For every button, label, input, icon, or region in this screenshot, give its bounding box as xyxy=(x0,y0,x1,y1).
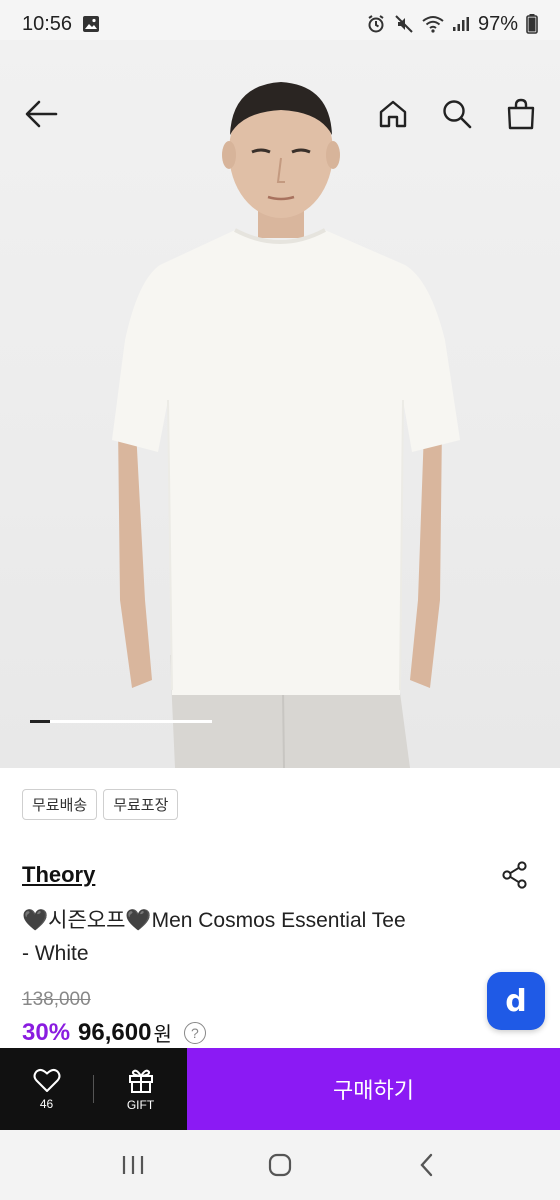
wifi-icon xyxy=(422,15,444,33)
gift-icon xyxy=(128,1069,153,1093)
share-icon xyxy=(502,861,527,889)
benefit-tags: 무료배송 무료포장 xyxy=(22,789,179,820)
price-help-icon[interactable]: ? xyxy=(183,1021,206,1044)
discount-rate: 30% xyxy=(22,1018,71,1046)
back-button[interactable] xyxy=(22,95,60,133)
brand-link[interactable]: Theory xyxy=(22,862,95,888)
product-image-carousel[interactable] xyxy=(0,40,560,768)
heart-icon xyxy=(33,1068,60,1092)
sale-price: 96,600 xyxy=(78,1018,152,1046)
gallery-notification-icon xyxy=(82,15,100,33)
carousel-indicator xyxy=(30,720,212,723)
status-time: 10:56 xyxy=(22,12,73,35)
android-navigation-bar xyxy=(0,1130,560,1200)
price-row: 30% 96,600 원 ? xyxy=(22,1018,206,1047)
wishlist-button[interactable]: 46 xyxy=(0,1067,93,1111)
android-home-button[interactable] xyxy=(256,1141,304,1189)
android-back-button[interactable] xyxy=(403,1141,451,1189)
recent-apps-button[interactable] xyxy=(109,1141,157,1189)
status-right: 97% xyxy=(366,13,538,36)
mute-icon xyxy=(394,14,414,34)
chevron-left-icon xyxy=(420,1153,432,1177)
wishlist-count: 46 xyxy=(39,1097,54,1111)
buy-button[interactable]: 구매하기 xyxy=(187,1048,560,1130)
floating-d-button[interactable]: d xyxy=(487,972,545,1030)
product-title: 🖤시즌오프🖤Men Cosmos Essential Tee - White xyxy=(22,904,492,970)
shopping-bag-icon xyxy=(507,98,535,130)
cart-button[interactable] xyxy=(502,95,540,133)
alarm-icon xyxy=(366,14,386,34)
product-photo xyxy=(112,82,460,768)
d-logo-icon: d xyxy=(505,983,527,1019)
carousel-indicator-active xyxy=(30,720,50,723)
android-home-icon xyxy=(268,1153,292,1177)
search-button[interactable] xyxy=(438,95,476,133)
share-button[interactable] xyxy=(498,858,532,892)
currency-unit: 원 xyxy=(153,1024,172,1046)
home-icon xyxy=(379,100,407,128)
status-left: 10:56 xyxy=(22,13,100,36)
arrow-left-icon xyxy=(25,100,58,128)
top-navigation xyxy=(0,84,560,144)
original-price: 138,000 xyxy=(22,989,91,1010)
gift-button[interactable]: GIFT xyxy=(94,1066,187,1112)
battery-icon xyxy=(526,14,538,34)
battery-percent: 97% xyxy=(477,12,518,35)
tag-free-wrapping: 무료포장 xyxy=(103,789,179,820)
action-left-group: 46 GIFT xyxy=(0,1048,187,1130)
product-title-line2: - White xyxy=(22,942,89,965)
top-nav-actions xyxy=(374,95,540,133)
home-button[interactable] xyxy=(374,95,412,133)
gift-label: GIFT xyxy=(126,1098,155,1112)
product-title-line1: 🖤시즌오프🖤Men Cosmos Essential Tee xyxy=(22,909,406,932)
tag-free-shipping: 무료배송 xyxy=(22,789,98,820)
search-icon xyxy=(443,100,472,129)
recent-apps-icon xyxy=(123,1156,144,1174)
signal-icon xyxy=(452,16,470,32)
bottom-action-bar: 46 GIFT 구매하기 xyxy=(0,1048,560,1130)
